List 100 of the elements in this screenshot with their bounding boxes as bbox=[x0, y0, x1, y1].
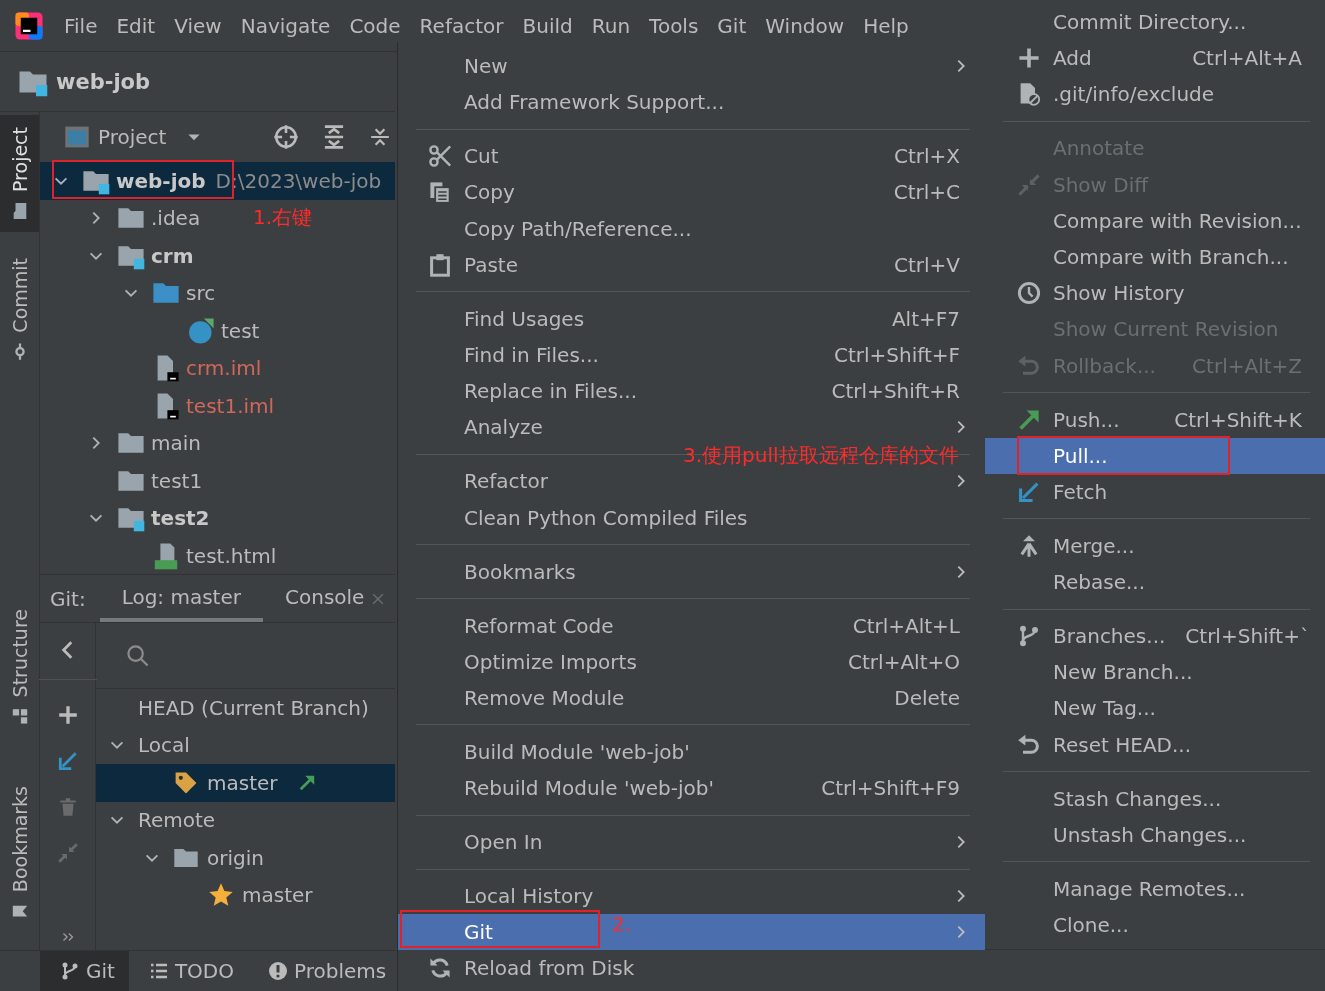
branch-icon bbox=[60, 961, 80, 981]
menu-item[interactable]: Pull... bbox=[985, 437, 1325, 474]
back-icon[interactable] bbox=[38, 639, 97, 680]
menu-item[interactable]: Rebase... bbox=[985, 564, 1325, 601]
menu-item[interactable]: Manage Remotes... bbox=[985, 870, 1325, 907]
warning-circle-icon bbox=[268, 961, 288, 981]
structure-icon bbox=[10, 707, 29, 726]
menu-item[interactable]: Replace in Files... Ctrl+Shift+R bbox=[398, 373, 985, 410]
menu-item[interactable]: Tools bbox=[649, 13, 699, 38]
menu-item[interactable]: Stash Changes... bbox=[985, 780, 1325, 817]
tree-item[interactable]: src bbox=[40, 274, 222, 312]
panel-tab[interactable]: Console bbox=[263, 575, 387, 622]
arrow-down-left-icon[interactable] bbox=[56, 750, 79, 772]
scissors-icon bbox=[428, 144, 452, 169]
project-view-icon bbox=[64, 124, 90, 150]
list-icon bbox=[148, 961, 169, 981]
menu-item[interactable]: Local History bbox=[398, 877, 985, 915]
menu-item[interactable]: Code bbox=[349, 13, 401, 38]
menu-item[interactable]: Compare with Revision... bbox=[985, 202, 1325, 239]
tree-item[interactable]: test1 bbox=[40, 462, 209, 500]
search-icon[interactable] bbox=[126, 643, 150, 668]
class-icon bbox=[187, 316, 215, 345]
menu-item[interactable]: Merge... bbox=[985, 527, 1325, 564]
tree-item[interactable]: test1.iml bbox=[40, 387, 281, 425]
menu-item[interactable]: File bbox=[64, 13, 98, 38]
arrow-up-right-icon bbox=[1017, 407, 1041, 432]
menu-item[interactable]: Navigate bbox=[240, 13, 331, 38]
menu-item[interactable]: Build Module 'web-job' bbox=[398, 733, 985, 770]
menu-item[interactable]: Clone... bbox=[985, 906, 1325, 944]
tree-item[interactable]: test bbox=[40, 312, 266, 350]
menu-item[interactable]: Find in Files... Ctrl+Shift+F bbox=[398, 336, 985, 374]
menu-item[interactable]: Help bbox=[863, 13, 909, 38]
menu-item[interactable]: Optimize Imports Ctrl+Alt+O bbox=[398, 643, 985, 680]
clock-icon bbox=[1017, 281, 1041, 306]
menu-item[interactable]: View bbox=[174, 13, 222, 38]
menu-item[interactable]: Show History bbox=[985, 275, 1325, 312]
menu-item[interactable]: Build bbox=[522, 13, 573, 38]
menu-item[interactable]: Reformat Code Ctrl+Alt+L bbox=[398, 607, 985, 644]
menu-item[interactable]: Paste Ctrl+V bbox=[398, 246, 985, 283]
tree-item[interactable]: main bbox=[40, 424, 207, 462]
menu-item[interactable]: Compare with Branch... bbox=[985, 238, 1325, 276]
plus-icon bbox=[1017, 46, 1041, 71]
menu-item[interactable]: Branches... Ctrl+Shift+` bbox=[985, 618, 1325, 655]
tree-item[interactable]: test.html bbox=[40, 537, 283, 575]
tree-item[interactable]: crm bbox=[40, 237, 200, 275]
menu-item[interactable]: Run bbox=[591, 13, 631, 38]
menu-item[interactable]: Window bbox=[765, 13, 845, 38]
menu-item[interactable]: Rebuild Module 'web-job' Ctrl+Shift+F9 bbox=[398, 769, 985, 807]
menu-item[interactable]: Commit Directory... bbox=[985, 4, 1325, 41]
tool-window-tab[interactable]: Structure bbox=[0, 597, 39, 738]
tool-window-tab[interactable]: Bookmarks bbox=[0, 773, 39, 932]
menu-item[interactable]: Clean Python Compiled Files bbox=[398, 499, 985, 536]
tree-item[interactable]: crm.iml bbox=[40, 349, 268, 387]
branch-item[interactable]: Local bbox=[96, 726, 196, 764]
menu-item[interactable]: New Branch... bbox=[985, 654, 1325, 691]
branch-item[interactable]: master bbox=[96, 876, 319, 914]
menu-item[interactable]: Cut Ctrl+X bbox=[398, 138, 985, 175]
panel-tab[interactable]: Log: master bbox=[99, 575, 263, 622]
menu-item[interactable]: Reset HEAD... bbox=[985, 726, 1325, 763]
menu-item[interactable]: Add Ctrl+Alt+A bbox=[985, 40, 1325, 77]
menu-item[interactable]: Copy Ctrl+C bbox=[398, 174, 985, 211]
menu-item[interactable]: New Tag... bbox=[985, 690, 1325, 727]
menu-item[interactable]: Fetch bbox=[985, 473, 1325, 511]
panel-title[interactable]: Project bbox=[98, 125, 167, 149]
menu-item[interactable]: .git/info/exclude bbox=[985, 76, 1325, 113]
menu-item[interactable]: Git bbox=[717, 13, 747, 38]
annotation-note: 2. bbox=[612, 912, 632, 936]
menu-item[interactable]: New bbox=[398, 48, 985, 85]
branch-item[interactable]: Remote bbox=[96, 801, 222, 839]
copy-icon bbox=[428, 180, 452, 205]
app-logo-icon[interactable] bbox=[14, 10, 44, 41]
menu-item[interactable]: Refactor bbox=[419, 13, 504, 38]
menu-item[interactable]: Push... Ctrl+Shift+K bbox=[985, 401, 1325, 438]
undo-icon bbox=[1017, 353, 1041, 378]
branch-item[interactable]: origin bbox=[96, 839, 270, 877]
menu-item[interactable]: Reload from Disk bbox=[398, 950, 985, 987]
breadcrumb-item[interactable]: web-job bbox=[56, 69, 151, 94]
menu-item[interactable]: Find Usages Alt+F7 bbox=[398, 300, 985, 337]
menu-item[interactable]: Open In bbox=[398, 823, 985, 861]
menu-item[interactable]: Bookmarks bbox=[398, 553, 985, 590]
branch-item[interactable]: HEAD (Current Branch) bbox=[96, 689, 375, 727]
menu-item[interactable]: Remove Module Delete bbox=[398, 679, 985, 716]
plus-icon[interactable] bbox=[56, 704, 79, 726]
branch-item[interactable]: master bbox=[96, 764, 395, 802]
diff-arrows-icon bbox=[1017, 172, 1041, 197]
menu-item[interactable]: Add Framework Support... bbox=[398, 84, 985, 121]
tool-window-tab[interactable]: Problems bbox=[248, 951, 401, 991]
menu-item[interactable]: Copy Path/Reference... bbox=[398, 210, 985, 247]
menu-item[interactable]: Edit bbox=[116, 13, 156, 38]
reload-icon bbox=[428, 956, 452, 981]
undo-icon bbox=[1017, 732, 1041, 757]
tool-window-tab[interactable]: Commit bbox=[0, 246, 39, 373]
panel-label: Git: bbox=[49, 585, 87, 613]
crosshair-icon[interactable] bbox=[273, 124, 299, 150]
tree-item[interactable]: .idea bbox=[40, 199, 207, 237]
menu-item[interactable]: Unstash Changes... bbox=[985, 816, 1325, 853]
tool-window-tab[interactable]: Project bbox=[0, 115, 39, 232]
tree-item[interactable]: test2 bbox=[40, 499, 216, 537]
tool-window-tab[interactable]: Git bbox=[40, 951, 129, 991]
tool-window-tab[interactable]: TODO bbox=[128, 951, 248, 991]
